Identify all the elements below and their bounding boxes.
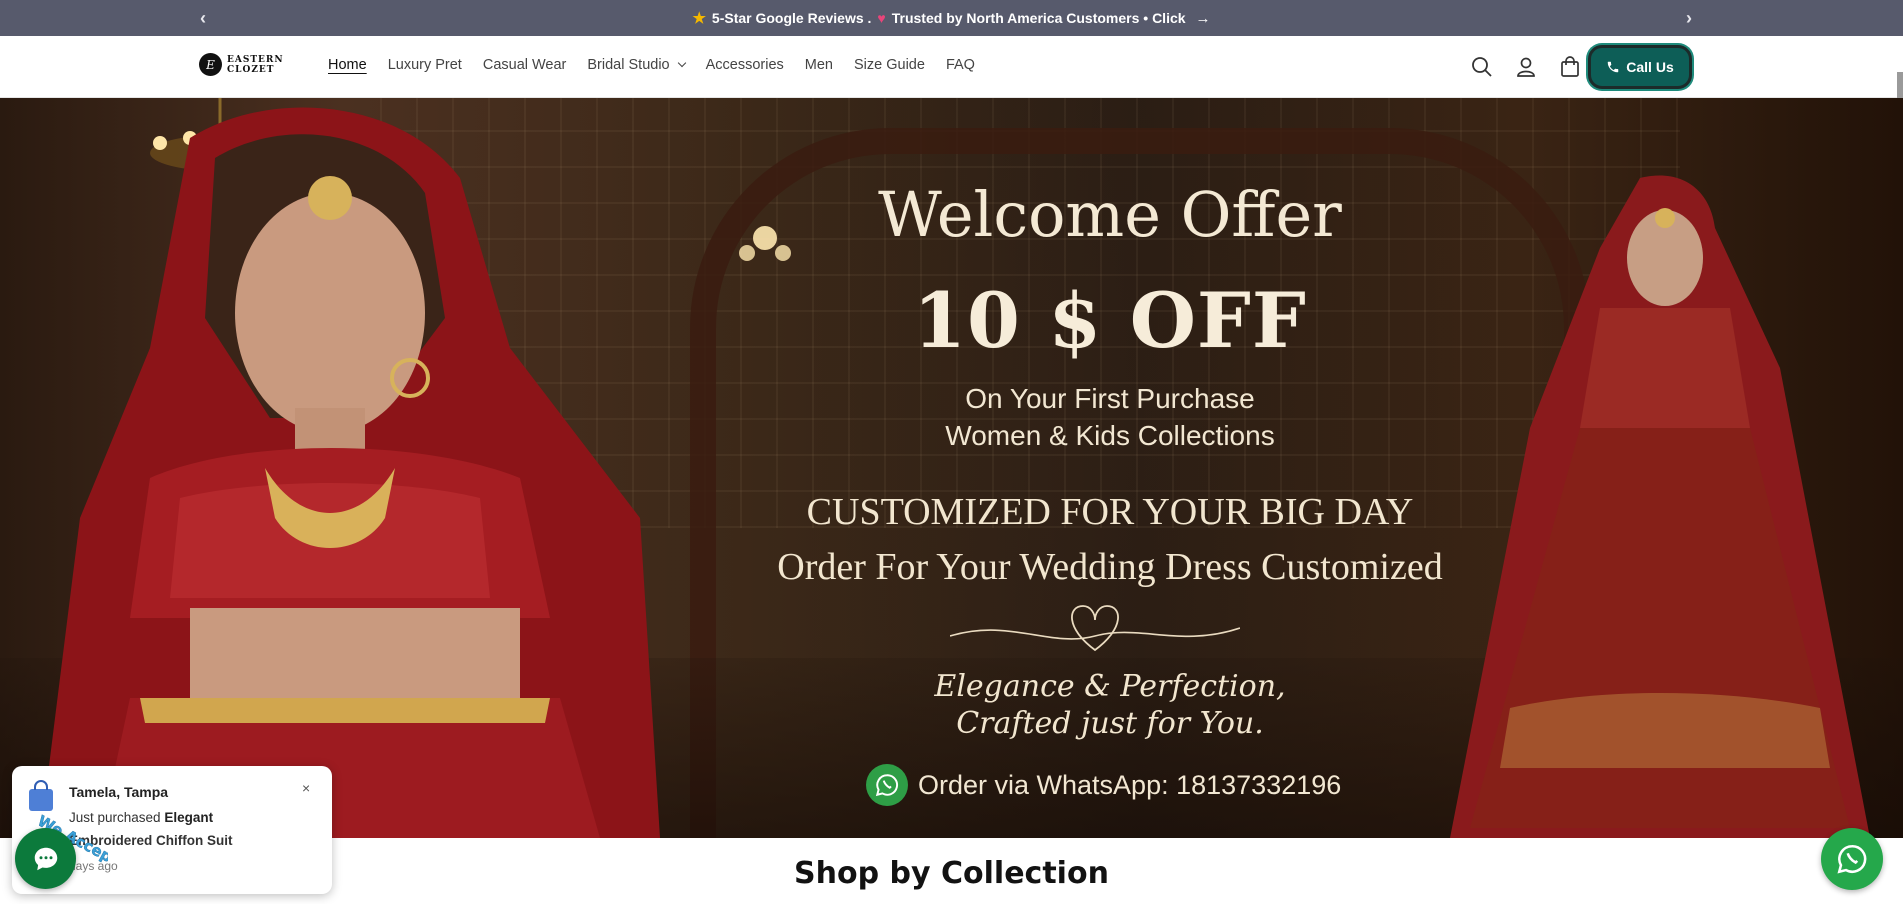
hero-whatsapp-order[interactable]: Order via WhatsApp: 18137332196 — [866, 764, 1341, 806]
close-icon[interactable]: × — [302, 780, 310, 796]
call-us-label: Call Us — [1626, 59, 1674, 75]
announcement-bar: ‹ ★ 5-Star Google Reviews . ♥ Trusted by… — [0, 0, 1903, 36]
logo[interactable]: E EASTERN CLOZET — [199, 53, 284, 76]
main-nav: Home Luxury Pret Casual Wear Bridal Stud… — [328, 57, 996, 73]
hero-whatsapp-text: Order via WhatsApp: 18137332196 — [918, 769, 1342, 800]
announcement-text-2: Trusted by North America Customers • Cli… — [891, 10, 1186, 26]
account-icon[interactable] — [1504, 45, 1548, 89]
logo-text: EASTERN CLOZET — [227, 55, 284, 75]
announcement-text: 5-Star Google Reviews . — [711, 10, 872, 26]
purchase-product-start: Elegant — [164, 810, 214, 825]
chevron-right-icon[interactable]: › — [1686, 8, 1692, 29]
hero-first-purchase: On Your First Purchase — [965, 383, 1255, 414]
search-icon[interactable] — [1460, 45, 1504, 89]
star-icon: ★ — [692, 10, 706, 27]
purchase-customer: Tamela, Tampa — [69, 784, 169, 800]
whatsapp-float-button[interactable] — [1821, 828, 1883, 890]
nav-item-bridal-studio[interactable]: Bridal Studio — [587, 57, 686, 73]
nav-item-bridal-studio-label: Bridal Studio — [587, 57, 670, 73]
arrow-right-icon: → — [1195, 9, 1211, 27]
bride-left-image — [40, 107, 660, 838]
chat-bubble-icon — [34, 847, 57, 870]
whatsapp-icon — [1837, 844, 1867, 874]
hero-elegance: Elegance & Perfection, — [934, 669, 1286, 704]
hero-banner[interactable]: Welcome Offer 10 $ OFF On Your First Pur… — [0, 98, 1903, 838]
hero-order-dress: Order For Your Wedding Dress Customized — [777, 546, 1443, 588]
nav-item-accessories[interactable]: Accessories — [706, 57, 784, 73]
hero-customized: CUSTOMIZED FOR YOUR BIG DAY — [806, 491, 1414, 533]
nav-item-home[interactable]: Home — [328, 57, 367, 73]
nav-item-luxury-pret[interactable]: Luxury Pret — [388, 57, 462, 73]
phone-icon — [1608, 61, 1619, 73]
live-chat-button[interactable] — [15, 828, 76, 889]
hero-discount: 10 $ OFF — [913, 276, 1307, 365]
header-icons — [1460, 36, 1592, 98]
chevron-down-icon — [677, 58, 686, 68]
nav-item-size-guide[interactable]: Size Guide — [854, 57, 925, 73]
whatsapp-icon — [866, 764, 908, 806]
announcement-message[interactable]: ★ 5-Star Google Reviews . ♥ Trusted by N… — [692, 9, 1211, 28]
hero-collections: Women & Kids Collections — [945, 420, 1275, 451]
hero-crafted: Crafted just for You. — [956, 706, 1264, 741]
site-header: E EASTERN CLOZET Home Luxury Pret Casual… — [0, 36, 1903, 134]
heart-ornament-icon — [950, 605, 1240, 652]
hero-welcome-title: Welcome Offer — [878, 178, 1342, 251]
logo-line-2: CLOZET — [227, 64, 275, 75]
logo-line-1: EASTERN — [227, 54, 284, 65]
chevron-left-icon[interactable]: ‹ — [200, 8, 206, 29]
nav-item-casual-wear[interactable]: Casual Wear — [483, 57, 567, 73]
logo-mark-icon: E — [199, 53, 222, 76]
call-us-button[interactable]: Call Us — [1588, 45, 1692, 89]
nav-item-faq[interactable]: FAQ — [946, 57, 975, 73]
nav-item-men[interactable]: Men — [805, 57, 833, 73]
heart-icon: ♥ — [877, 10, 886, 26]
cart-icon[interactable] — [1548, 45, 1592, 89]
